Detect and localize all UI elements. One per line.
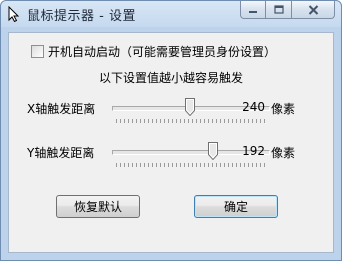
minimize-icon [249,10,257,13]
settings-window: 鼠标提示器 - 设置 开机自动启动（可能需要管理员身份设置） 以下设置值越小越容… [0,0,342,261]
y-distance-value: 192 [242,144,265,158]
sensitivity-hint: 以下设置值越小越容易触发 [98,71,243,85]
maximize-button[interactable] [266,1,292,19]
x-distance-slider-thumb[interactable] [185,98,195,116]
close-button[interactable] [292,1,335,19]
autostart-label: 开机自动启动（可能需要管理员身份设置） [48,45,277,59]
x-distance-value: 240 [242,100,265,114]
minimize-button[interactable] [240,1,266,19]
maximize-icon [273,5,284,14]
autostart-checkbox[interactable] [31,45,44,58]
window-title: 鼠标提示器 - 设置 [27,9,136,24]
ok-button[interactable]: 确定 [194,195,278,218]
mouse-cursor-icon [8,6,20,22]
title-bar[interactable]: 鼠标提示器 - 设置 [1,1,341,27]
caption-buttons [240,1,335,20]
restore-defaults-button[interactable]: 恢复默认 [56,195,140,218]
y-distance-ticks [116,163,266,167]
settings-panel: 开机自动启动（可能需要管理员身份设置） 以下设置值越小越容易触发 X轴触发距离 … [8,32,334,253]
autostart-option[interactable]: 开机自动启动（可能需要管理员身份设置） [31,43,276,60]
x-distance-ticks [116,119,266,123]
x-distance-label: X轴触发距离 [27,102,96,116]
y-distance-slider-thumb[interactable] [208,142,219,160]
y-distance-label: Y轴触发距离 [27,146,95,160]
close-icon [308,4,318,15]
x-distance-unit: 像素 [271,102,296,116]
y-distance-unit: 像素 [271,146,296,160]
